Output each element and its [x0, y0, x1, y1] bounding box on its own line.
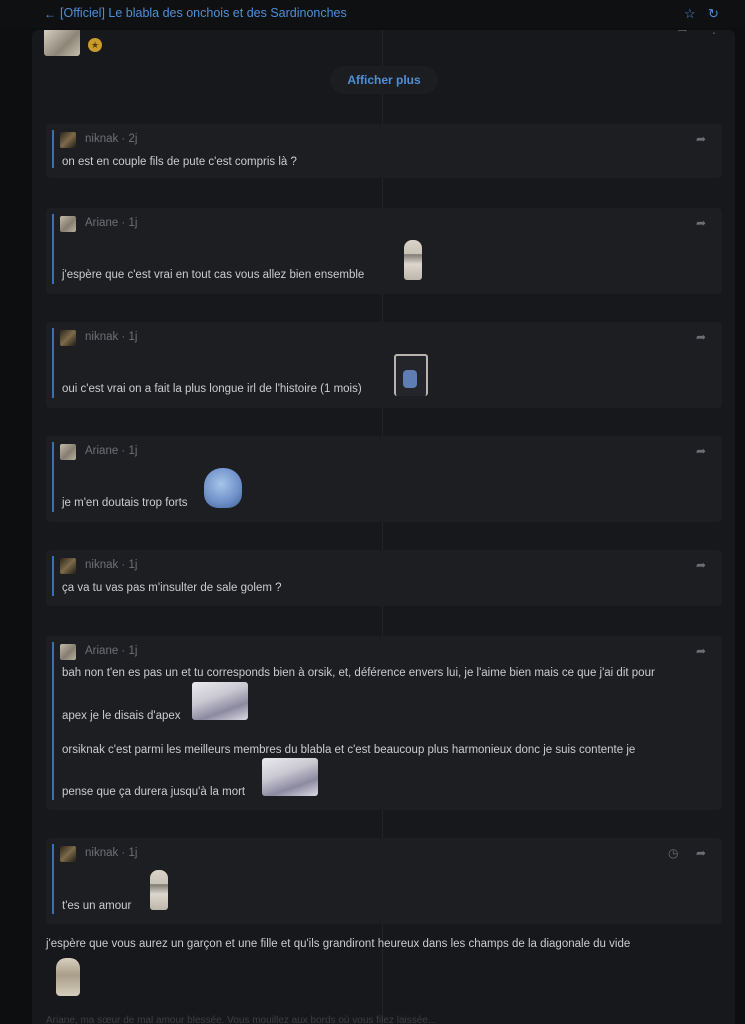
- thread-title[interactable]: [Officiel] Le blabla des onchois et des …: [60, 6, 347, 20]
- show-more-button[interactable]: Afficher plus: [330, 66, 438, 94]
- comment-text: bah non t'en es pas un et tu corresponds…: [62, 667, 655, 679]
- comment-author[interactable]: Ariane · 1j: [85, 217, 137, 229]
- arrow-left-icon[interactable]: ←: [44, 7, 56, 21]
- comment-author[interactable]: niknak · 1j: [85, 331, 137, 343]
- comment: Ariane · 1j ➦ j'espère que c'est vrai en…: [46, 208, 722, 294]
- avatar[interactable]: [60, 330, 76, 346]
- thread-bar: [52, 642, 54, 800]
- thread-header: ← [Officiel] Le blabla des onchois et de…: [0, 0, 745, 28]
- comment-text: on est en couple fils de pute c'est comp…: [62, 156, 297, 168]
- thread-bar: [52, 556, 54, 596]
- thread-bar: [52, 442, 54, 512]
- comment-text: j'espère que c'est vrai en tout cas vous…: [62, 269, 365, 281]
- thread-bar: [52, 130, 54, 168]
- sticker: [56, 958, 80, 996]
- avatar[interactable]: [60, 216, 76, 232]
- history-icon[interactable]: ◷: [668, 846, 678, 860]
- avatar[interactable]: [44, 30, 80, 56]
- avatar[interactable]: [60, 444, 76, 460]
- avatar[interactable]: [60, 558, 76, 574]
- comment-text: ça va tu vas pas m'insulter de sale gole…: [62, 582, 282, 594]
- share-icon[interactable]: ➦: [696, 132, 706, 146]
- sticker: [404, 240, 422, 280]
- comment-author[interactable]: Ariane · 1j: [85, 645, 137, 657]
- comment-text: je m'en doutais trop forts: [62, 497, 188, 509]
- refresh-icon[interactable]: ↻: [708, 6, 719, 22]
- share-icon[interactable]: ➦: [696, 444, 706, 458]
- comment-author[interactable]: niknak · 1j: [85, 559, 137, 571]
- more-icon[interactable]: ⋮: [708, 30, 720, 36]
- comment-author[interactable]: Ariane · 1j: [85, 445, 137, 457]
- comment: niknak · 2j ➦ on est en couple fils de p…: [46, 124, 722, 178]
- share-icon[interactable]: ➦: [696, 846, 706, 860]
- sticker: [204, 468, 242, 508]
- share-icon[interactable]: ➦: [696, 330, 706, 344]
- comment-text: apex je le disais d'apex: [62, 710, 181, 722]
- sticker: [150, 870, 168, 910]
- comment-author[interactable]: niknak · 2j: [85, 133, 137, 145]
- comment-text: t'es un amour: [62, 900, 132, 912]
- comment: niknak · 1j ◷ ➦ t'es un amour: [46, 838, 722, 924]
- sticker: [394, 354, 428, 396]
- comment-text: oui c'est vrai on a fait la plus longue …: [62, 383, 362, 395]
- share-icon[interactable]: ➦: [696, 558, 706, 572]
- share-icon[interactable]: ➦: [678, 30, 688, 36]
- comment-text: pense que ça durera jusqu'à la mort: [62, 786, 246, 798]
- sticker: [262, 758, 318, 796]
- comment-text: orsiknak c'est parmi les meilleurs membr…: [62, 744, 636, 756]
- comment: Ariane · 1j ➦ je m'en doutais trop forts: [46, 436, 722, 522]
- star-icon[interactable]: ☆: [684, 6, 696, 22]
- post-text: j'espère que vous aurez un garçon et une…: [46, 938, 631, 950]
- thread-bar: [52, 214, 54, 284]
- comment-author[interactable]: niknak · 1j: [85, 847, 137, 859]
- thread-bar: [52, 328, 54, 398]
- avatar[interactable]: [60, 846, 76, 862]
- badge-icon: ★: [88, 38, 102, 52]
- share-icon[interactable]: ➦: [696, 216, 706, 230]
- comment: niknak · 1j ➦ oui c'est vrai on a fait l…: [46, 322, 722, 408]
- thread-bar: [52, 844, 54, 914]
- sticker: [192, 682, 248, 720]
- thread-panel: ★ ➦ ⋮ Afficher plus niknak · 2j ➦ on est…: [32, 30, 735, 1024]
- faded-text: Ariane, ma sœur de mal amour blessée. Vo…: [46, 1015, 437, 1024]
- avatar[interactable]: [60, 132, 76, 148]
- avatar[interactable]: [60, 644, 76, 660]
- comment: niknak · 1j ➦ ça va tu vas pas m'insulte…: [46, 550, 722, 606]
- comment: Ariane · 1j ➦ bah non t'en es pas un et …: [46, 636, 722, 810]
- share-icon[interactable]: ➦: [696, 644, 706, 658]
